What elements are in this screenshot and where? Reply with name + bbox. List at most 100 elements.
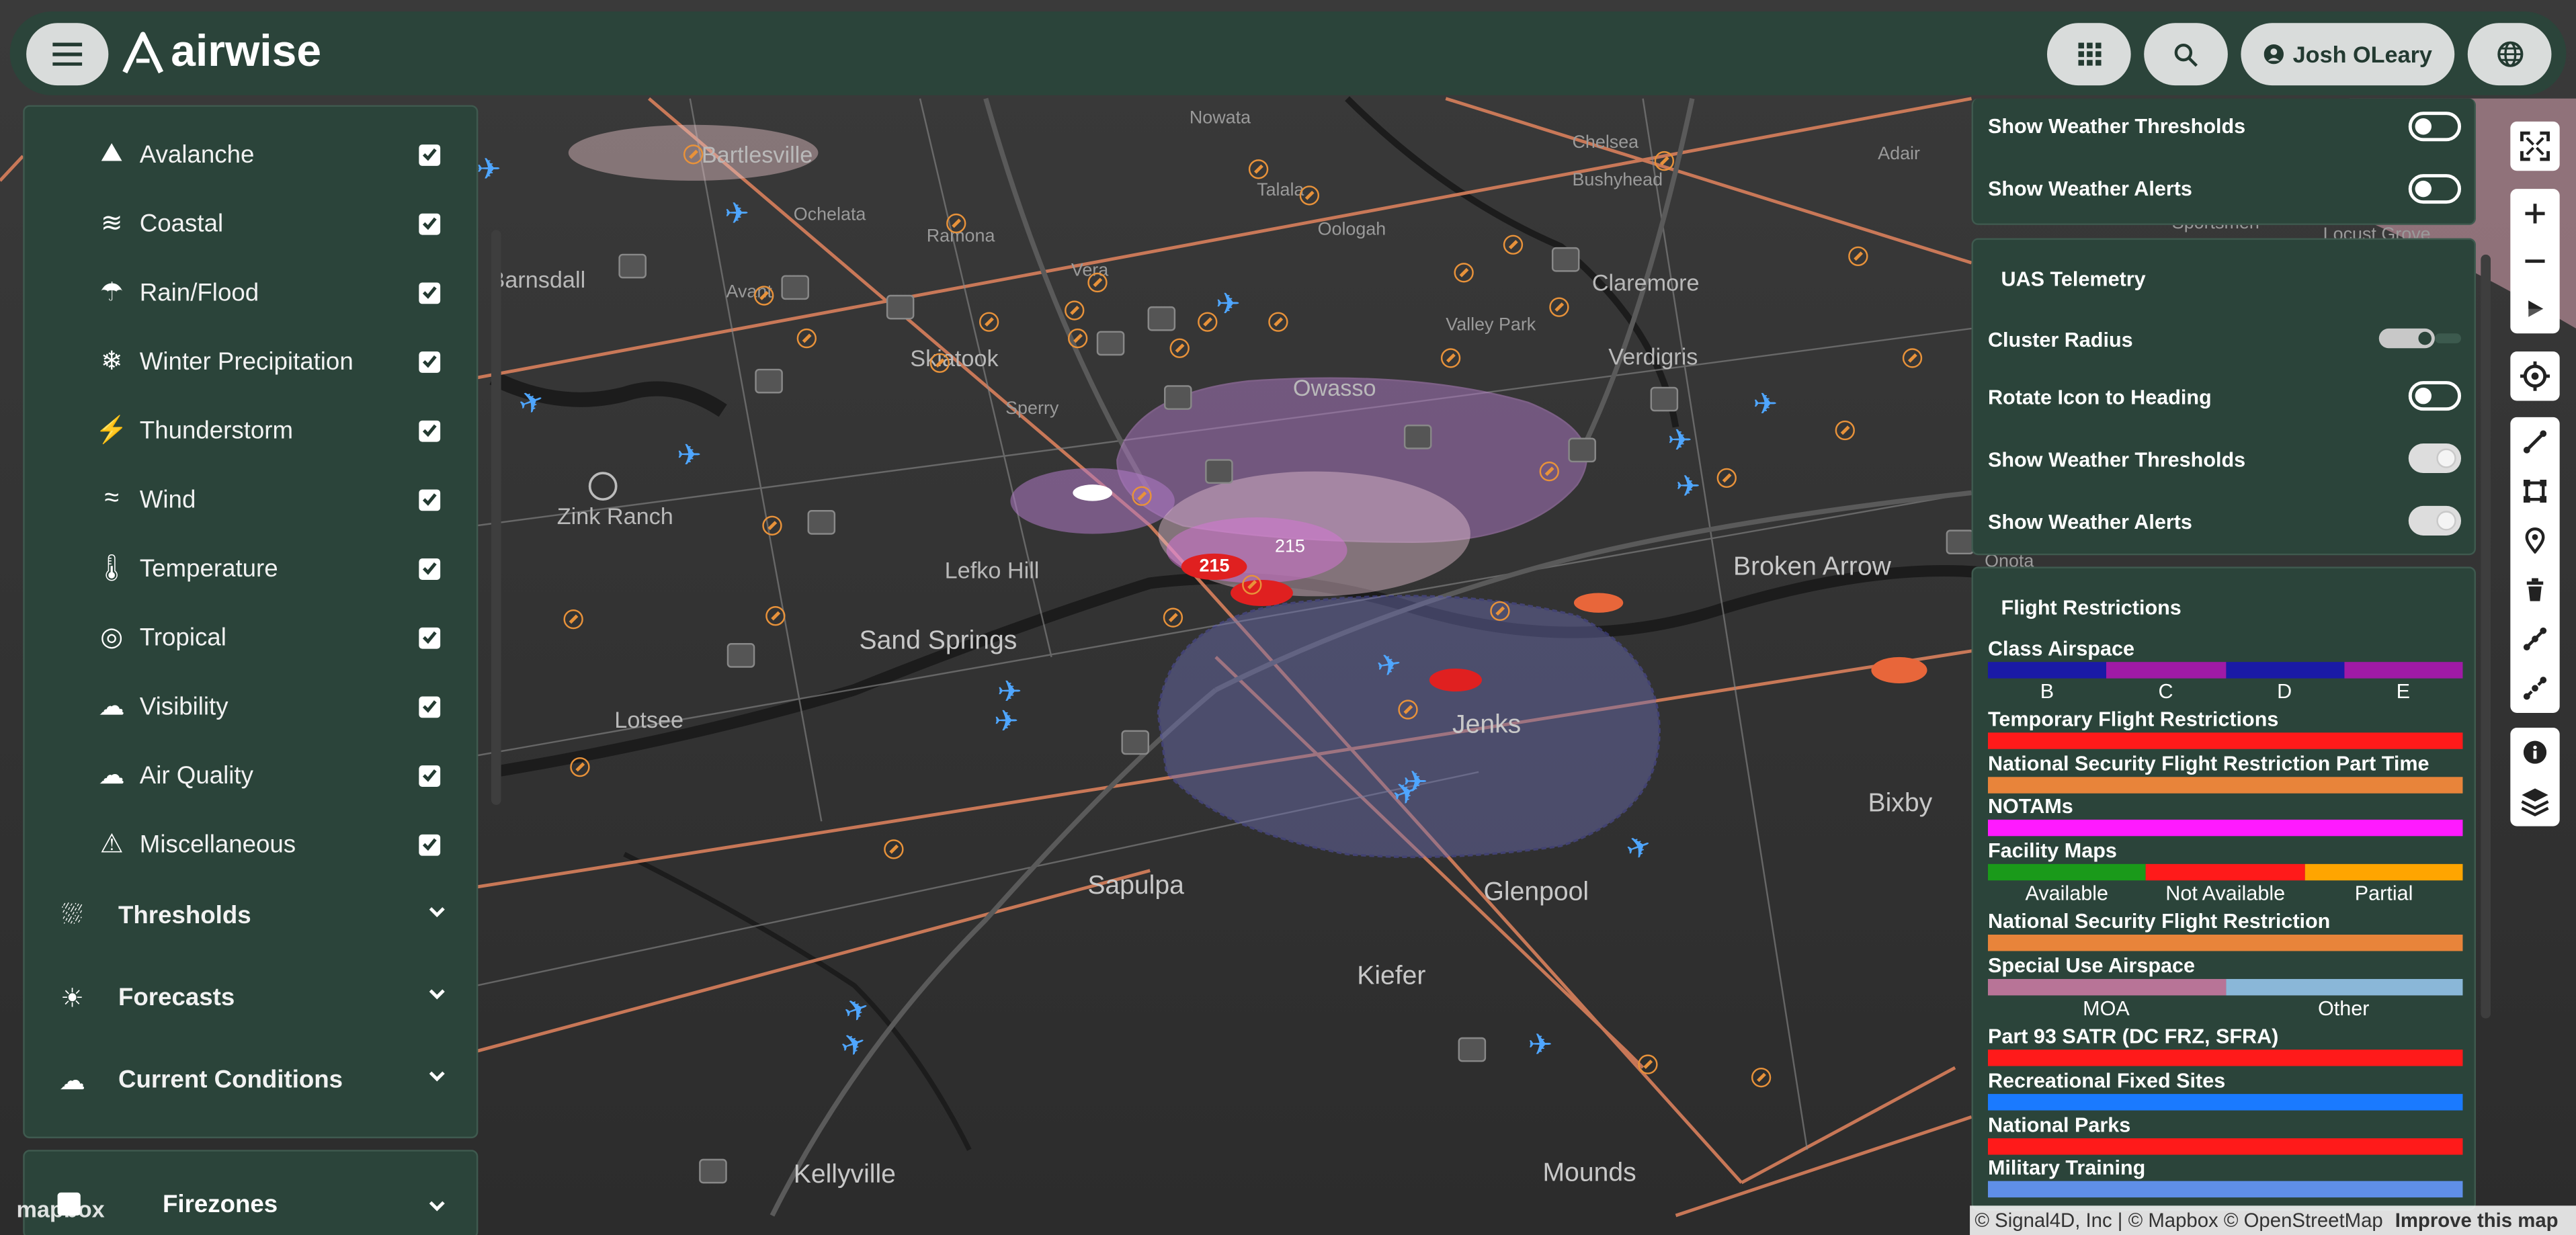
airport-icon[interactable]: [1716, 468, 1737, 488]
right-panel-scrollbar[interactable]: [2481, 254, 2491, 1019]
airport-icon[interactable]: [1503, 235, 1524, 255]
alert-layer-checkbox[interactable]: [419, 764, 441, 786]
airport-icon[interactable]: [1848, 246, 1868, 267]
alert-layer-item[interactable]: ☁ Visibility: [25, 677, 476, 736]
airport-icon[interactable]: [1454, 263, 1474, 283]
aircraft-icon[interactable]: ✈: [724, 199, 749, 228]
airport-icon[interactable]: [1169, 338, 1190, 358]
layers-button[interactable]: [2510, 777, 2559, 826]
aircraft-icon[interactable]: ✈: [1374, 647, 1405, 684]
alert-layer-item[interactable]: ☁ Air Quality: [25, 746, 476, 805]
aircraft-icon[interactable]: ✈: [476, 155, 501, 184]
airport-icon[interactable]: [1751, 1067, 1772, 1088]
alert-layer-item[interactable]: ≋ Coastal: [25, 194, 476, 253]
uas-show-weather-thresholds-toggle[interactable]: [2408, 443, 2462, 474]
airport-icon[interactable]: [1539, 461, 1559, 482]
layer-group-thresholds[interactable]: ⛆ Thresholds: [25, 884, 476, 949]
draw-polygon-button[interactable]: [2510, 466, 2559, 515]
alert-layer-item[interactable]: 🌡︎ Temperature: [25, 539, 476, 598]
airport-icon[interactable]: [1268, 312, 1288, 332]
uas-show-weather-alerts-toggle[interactable]: [2408, 505, 2462, 536]
airport-icon[interactable]: [563, 609, 583, 630]
aircraft-icon[interactable]: ✈: [1753, 389, 1778, 419]
airport-icon[interactable]: [1248, 159, 1269, 179]
alert-layer-checkbox[interactable]: [419, 833, 441, 855]
show-weather-alerts-toggle[interactable]: [2408, 174, 2462, 204]
layer-group-current-conditions[interactable]: ☁ Current Conditions: [25, 1048, 476, 1114]
aircraft-icon[interactable]: ✈: [1528, 1030, 1552, 1060]
airport-icon[interactable]: [1549, 297, 1569, 317]
airport-icon[interactable]: [946, 213, 966, 234]
delete-button[interactable]: [2510, 565, 2559, 614]
firezones-group[interactable]: Firezones: [23, 1150, 479, 1235]
draw-line-button[interactable]: [2510, 417, 2559, 466]
restriction-marker-label[interactable]: 215: [1275, 537, 1305, 556]
airport-icon[interactable]: [1490, 601, 1510, 622]
zoom-in-button[interactable]: [2510, 189, 2559, 238]
airport-icon[interactable]: [765, 606, 786, 626]
aircraft-icon[interactable]: ✈: [1667, 425, 1692, 455]
aircraft-icon[interactable]: ✈: [1675, 472, 1700, 501]
airport-icon[interactable]: [1087, 272, 1108, 293]
restriction-marker-label[interactable]: 215: [1200, 557, 1230, 577]
search-button[interactable]: [2144, 23, 2228, 86]
combine-button[interactable]: [2510, 614, 2559, 663]
aircraft-icon[interactable]: ✈: [1216, 289, 1241, 318]
airport-icon[interactable]: [1299, 185, 1320, 206]
aircraft-icon[interactable]: ✈: [997, 677, 1022, 706]
user-menu-button[interactable]: Josh OLeary: [2241, 23, 2455, 86]
alert-layer-checkbox[interactable]: [419, 488, 441, 511]
alert-layer-item[interactable]: ⚡ Thunderstorm: [25, 400, 476, 460]
airport-icon[interactable]: [1067, 328, 1088, 349]
improve-map-link[interactable]: Improve this map: [2395, 1209, 2559, 1232]
airport-icon[interactable]: [1242, 574, 1262, 595]
airport-icon[interactable]: [796, 328, 817, 349]
airport-icon[interactable]: [683, 144, 704, 165]
attribution-text[interactable]: © Signal4D, Inc | © Mapbox © OpenStreetM…: [1975, 1209, 2382, 1232]
airport-icon[interactable]: [762, 515, 782, 536]
alert-layer-checkbox[interactable]: [419, 626, 441, 648]
alert-layer-item[interactable]: ⛰ Avalanche: [25, 125, 476, 184]
airport-icon[interactable]: [1902, 348, 1923, 368]
airport-icon[interactable]: [1398, 699, 1418, 720]
alert-layer-checkbox[interactable]: [419, 282, 441, 304]
panel-scrollbar[interactable]: [491, 230, 501, 805]
language-button[interactable]: [2467, 23, 2552, 86]
airport-icon[interactable]: [884, 839, 904, 859]
airport-icon[interactable]: [754, 286, 774, 306]
menu-button[interactable]: [26, 23, 109, 86]
airport-icon[interactable]: [1440, 348, 1461, 368]
alert-layer-item[interactable]: ◎ Tropical: [25, 608, 476, 667]
rotate-icon-heading-toggle[interactable]: [2408, 381, 2462, 411]
apps-button[interactable]: [2046, 23, 2131, 86]
info-button[interactable]: [2510, 728, 2559, 777]
alert-layer-item[interactable]: ❄ Winter Precipitation: [25, 332, 476, 391]
airport-icon[interactable]: [1198, 312, 1218, 332]
alert-layer-checkbox[interactable]: [419, 419, 441, 441]
cluster-radius-slider[interactable]: [2378, 327, 2462, 349]
aircraft-icon[interactable]: ✈: [677, 440, 702, 470]
aircraft-icon[interactable]: ✈: [994, 706, 1019, 736]
draw-point-button[interactable]: [2510, 516, 2559, 565]
compass-button[interactable]: [2510, 284, 2559, 333]
airport-icon[interactable]: [1163, 607, 1183, 628]
airport-icon[interactable]: [1654, 151, 1675, 171]
uncombine-button[interactable]: [2510, 664, 2559, 713]
airport-icon[interactable]: [1835, 420, 1855, 441]
alert-layer-item[interactable]: ⚠ Miscellaneous: [25, 815, 476, 874]
alert-layer-checkbox[interactable]: [419, 350, 441, 372]
airport-icon[interactable]: [1132, 486, 1152, 506]
layer-group-forecasts[interactable]: ☀ Forecasts: [25, 966, 476, 1031]
airport-icon[interactable]: [1638, 1054, 1658, 1074]
mapbox-logo[interactable]: mapbox: [16, 1196, 104, 1222]
geolocate-button[interactable]: [2510, 351, 2560, 401]
airport-icon[interactable]: [979, 312, 999, 332]
alert-layer-item[interactable]: ☂ Rain/Flood: [25, 263, 476, 322]
alert-layer-checkbox[interactable]: [419, 695, 441, 718]
alert-layer-checkbox[interactable]: [419, 143, 441, 165]
aircraft-icon[interactable]: ✈: [1403, 767, 1428, 797]
fullscreen-button[interactable]: [2510, 121, 2560, 171]
zoom-out-button[interactable]: [2510, 237, 2559, 286]
alert-layer-item[interactable]: ≈ Wind: [25, 470, 476, 529]
show-weather-thresholds-toggle[interactable]: [2408, 112, 2462, 142]
